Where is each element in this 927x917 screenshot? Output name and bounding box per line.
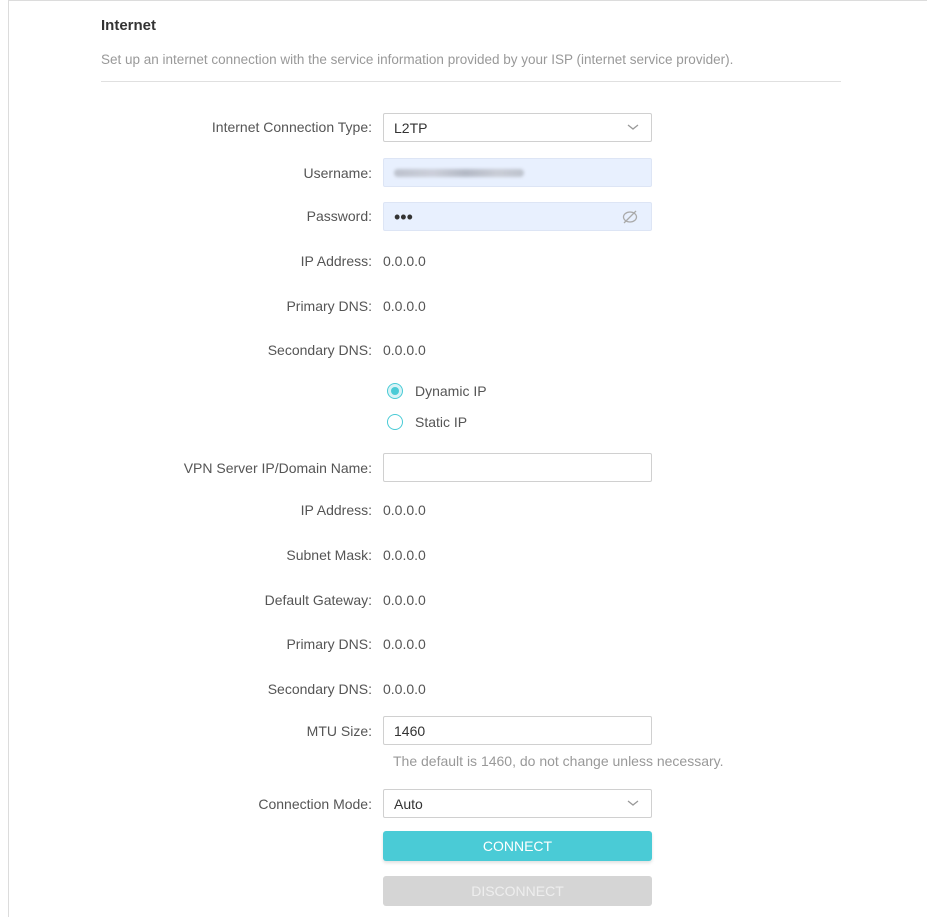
subnet-mask-value: 0.0.0.0	[383, 547, 426, 563]
divider	[101, 81, 841, 82]
section-description: Set up an internet connection with the s…	[101, 52, 734, 67]
radio-static-ip-control[interactable]	[387, 414, 403, 430]
section-title: Internet	[101, 17, 157, 34]
mtu-size-input[interactable]: 1460	[383, 716, 652, 745]
username-blurred-value	[394, 168, 524, 177]
password-input[interactable]: •••	[383, 202, 652, 231]
connection-type-label: Internet Connection Type:	[211, 119, 372, 135]
radio-static-ip-label: Static IP	[415, 414, 468, 430]
connection-mode-select[interactable]: Auto	[383, 789, 652, 818]
vpn-server-input[interactable]	[383, 453, 652, 482]
vpn-secondary-dns-value: 0.0.0.0	[383, 681, 426, 697]
mtu-size-value: 1460	[394, 722, 426, 739]
mtu-size-label: MTU Size:	[306, 723, 372, 739]
connection-type-select[interactable]: L2TP	[383, 113, 652, 142]
secondary-dns-value: 0.0.0.0	[383, 342, 426, 358]
connect-button[interactable]: CONNECT	[383, 831, 652, 861]
connection-mode-label: Connection Mode:	[258, 796, 372, 812]
primary-dns-label: Primary DNS:	[286, 298, 372, 314]
username-input[interactable]	[383, 158, 652, 187]
chevron-down-icon	[627, 124, 639, 130]
vpn-ip-address-label: IP Address:	[300, 502, 372, 518]
vpn-secondary-dns-label: Secondary DNS:	[267, 681, 372, 697]
secondary-dns-label: Secondary DNS:	[267, 342, 372, 358]
radio-dynamic-ip[interactable]: Dynamic IP	[387, 383, 487, 399]
password-masked-value: •••	[394, 206, 413, 227]
username-label: Username:	[303, 165, 372, 181]
ip-address-label: IP Address:	[300, 253, 372, 269]
default-gateway-value: 0.0.0.0	[383, 592, 426, 608]
primary-dns-value: 0.0.0.0	[383, 298, 426, 314]
default-gateway-label: Default Gateway:	[264, 592, 372, 608]
chevron-down-icon	[627, 800, 639, 806]
connection-type-value: L2TP	[394, 119, 428, 136]
radio-dynamic-ip-control[interactable]	[387, 383, 403, 399]
vpn-primary-dns-label: Primary DNS:	[286, 636, 372, 652]
subnet-mask-label: Subnet Mask:	[286, 547, 372, 563]
disconnect-button[interactable]: DISCONNECT	[383, 876, 652, 906]
eye-off-icon[interactable]	[621, 209, 639, 225]
vpn-primary-dns-value: 0.0.0.0	[383, 636, 426, 652]
password-label: Password:	[306, 208, 372, 224]
radio-static-ip[interactable]: Static IP	[387, 414, 467, 430]
vpn-ip-address-value: 0.0.0.0	[383, 502, 426, 518]
mtu-hint: The default is 1460, do not change unles…	[393, 753, 724, 769]
radio-dynamic-ip-label: Dynamic IP	[415, 383, 487, 399]
connection-mode-value: Auto	[394, 795, 423, 812]
vpn-server-label: VPN Server IP/Domain Name:	[183, 460, 372, 476]
ip-address-value: 0.0.0.0	[383, 253, 426, 269]
